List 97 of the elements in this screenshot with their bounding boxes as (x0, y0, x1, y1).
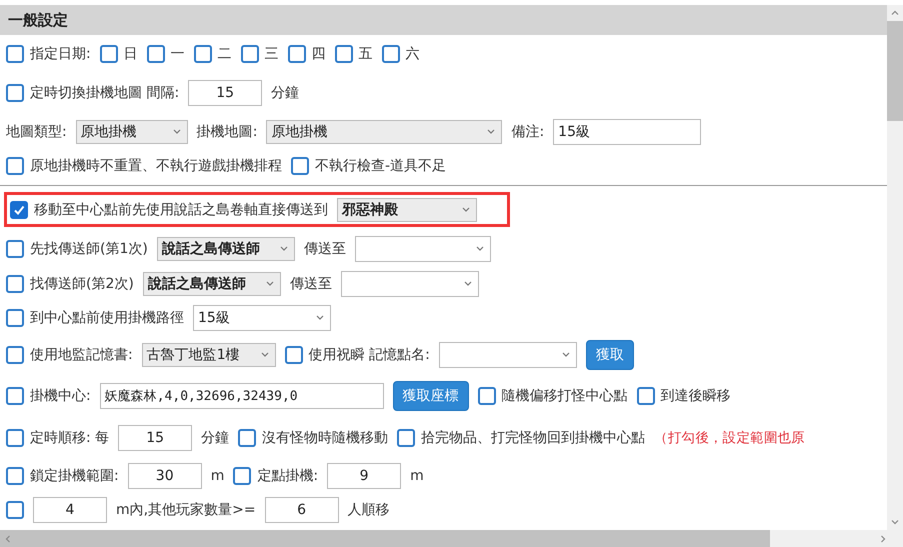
checkbox[interactable] (6, 240, 24, 258)
dropdown[interactable]: 邪惡神殿 (337, 198, 477, 222)
checkbox-label: 使用地監記憶書: (30, 346, 133, 364)
scroll-right-icon[interactable] (879, 534, 887, 542)
checkbox-label: 不執行檢查-道具不足 (315, 157, 446, 175)
vertical-scrollbar[interactable] (887, 5, 903, 530)
field-label: 傳送至 (290, 275, 332, 293)
caret-icon (280, 246, 288, 252)
checkbox-label: 先找傳送師(第1次) (30, 240, 148, 258)
caret-icon (462, 206, 470, 212)
input-field[interactable]: 15 (188, 80, 262, 106)
checkbox-label: 到中心點前使用掛機路徑 (30, 309, 184, 327)
checkbox[interactable] (240, 45, 259, 63)
checkbox-label: 移動至中心點前先使用說話之島卷軸直接傳送到 (34, 200, 328, 218)
checkbox[interactable] (6, 84, 24, 102)
warning-note: （打勾後，設定範圍也原 (654, 428, 805, 446)
checkbox[interactable] (6, 157, 24, 175)
checkbox-label: 五 (358, 45, 373, 63)
checkbox[interactable] (6, 45, 24, 63)
dropdown[interactable]: 原地掛機 (76, 120, 188, 144)
section-title: 一般設定 (0, 5, 887, 35)
checkbox-label: 到達後瞬移 (660, 386, 731, 404)
input-field[interactable]: 15 (118, 424, 192, 450)
field-label: 掛機地圖: (196, 123, 258, 141)
scrollbar-thumb[interactable] (887, 21, 903, 121)
field-label: m (410, 468, 424, 484)
checkbox-label: 日 (124, 45, 138, 63)
field-label: 備注: (511, 123, 544, 141)
input-field[interactable]: 15級 (553, 119, 702, 145)
input-field[interactable]: 6 (264, 497, 339, 523)
checkbox[interactable] (382, 45, 400, 63)
checkbox[interactable] (636, 386, 655, 404)
field-label: 地圖類型: (6, 123, 67, 141)
caret-icon (464, 281, 472, 287)
input-field[interactable]: 4 (33, 497, 107, 523)
dropdown[interactable]: 說話之島傳送師 (156, 236, 295, 260)
checkbox-label: 沒有怪物時隨機移動 (262, 428, 388, 446)
checkbox[interactable] (6, 346, 24, 364)
scroll-down-icon[interactable] (891, 518, 899, 526)
caret-icon (487, 129, 496, 135)
field-label: 分鐘 (271, 84, 300, 102)
dropdown[interactable]: 古魯丁地監1樓 (142, 342, 276, 366)
caret-icon (316, 315, 324, 321)
checkbox[interactable] (233, 466, 252, 484)
caret-icon (260, 352, 269, 358)
checkbox[interactable] (334, 45, 353, 63)
checkbox[interactable] (100, 45, 118, 63)
checkbox[interactable] (194, 45, 212, 63)
caret-icon (476, 246, 484, 252)
checkbox-label: 三 (264, 45, 279, 63)
checkbox[interactable] (6, 428, 24, 446)
checkbox[interactable] (238, 428, 256, 446)
checkbox[interactable] (291, 157, 309, 175)
input-field[interactable]: 30 (128, 462, 202, 488)
caret-icon (172, 129, 181, 135)
checkbox-label: 定時切換掛機地圖 間隔: (30, 84, 180, 102)
input-field[interactable]: 9 (327, 462, 402, 488)
caret-icon (562, 352, 570, 358)
input-field[interactable]: 妖魔森林,4,0,32696,32439,0 (100, 382, 384, 408)
checkbox[interactable] (284, 346, 303, 364)
checkbox-label: 二 (218, 45, 232, 63)
checkbox[interactable] (288, 45, 306, 63)
checkbox[interactable] (6, 309, 24, 327)
checkbox-label: 定點掛機: (257, 466, 318, 484)
field-label: m (210, 468, 224, 484)
dropdown[interactable]: 15級 (193, 305, 331, 331)
field-label: m內,其他玩家數量>= (116, 501, 256, 519)
checkmark-icon (13, 204, 25, 216)
scroll-up-icon[interactable] (891, 9, 899, 17)
checkbox-label: 找傳送師(第2次) (30, 275, 134, 293)
checkbox-label: 掛機中心: (30, 386, 91, 404)
checkbox[interactable] (478, 386, 496, 404)
checkbox[interactable] (6, 275, 24, 293)
dropdown[interactable]: 原地掛機 (266, 120, 502, 144)
checkbox[interactable] (6, 466, 24, 484)
caret-icon (266, 281, 274, 287)
field-label: 傳送至 (304, 240, 346, 258)
checkbox-label: 四 (312, 45, 326, 63)
field-label: 分鐘 (201, 428, 230, 446)
field-label: 人順移 (348, 501, 390, 519)
checkbox[interactable] (6, 501, 24, 519)
checkbox-label: 六 (406, 45, 420, 63)
checkbox[interactable] (10, 200, 28, 218)
fetch-button[interactable]: 獲取 (586, 340, 634, 370)
checkbox-label: 拾完物品、打完怪物回到掛機中心點 (421, 428, 646, 446)
dropdown[interactable]: 說話之島傳送師 (142, 272, 281, 296)
checkbox[interactable] (397, 428, 416, 446)
checkbox-label: 一 (170, 45, 185, 63)
checkbox-label: 鎖定掛機範圍: (30, 466, 119, 484)
checkbox-label: 隨機偏移打怪中心點 (502, 386, 628, 404)
fetch-button[interactable]: 獲取座標 (392, 380, 469, 410)
checkbox-label: 原地掛機時不重置、不執行遊戲掛機排程 (30, 157, 282, 175)
checkbox-label: 定時順移: 每 (30, 428, 110, 446)
checkbox[interactable] (146, 45, 165, 63)
checkbox-label: 指定日期: (30, 45, 91, 63)
checkbox-label: 使用祝瞬 記憶點名: (308, 346, 430, 364)
checkbox[interactable] (6, 386, 24, 404)
